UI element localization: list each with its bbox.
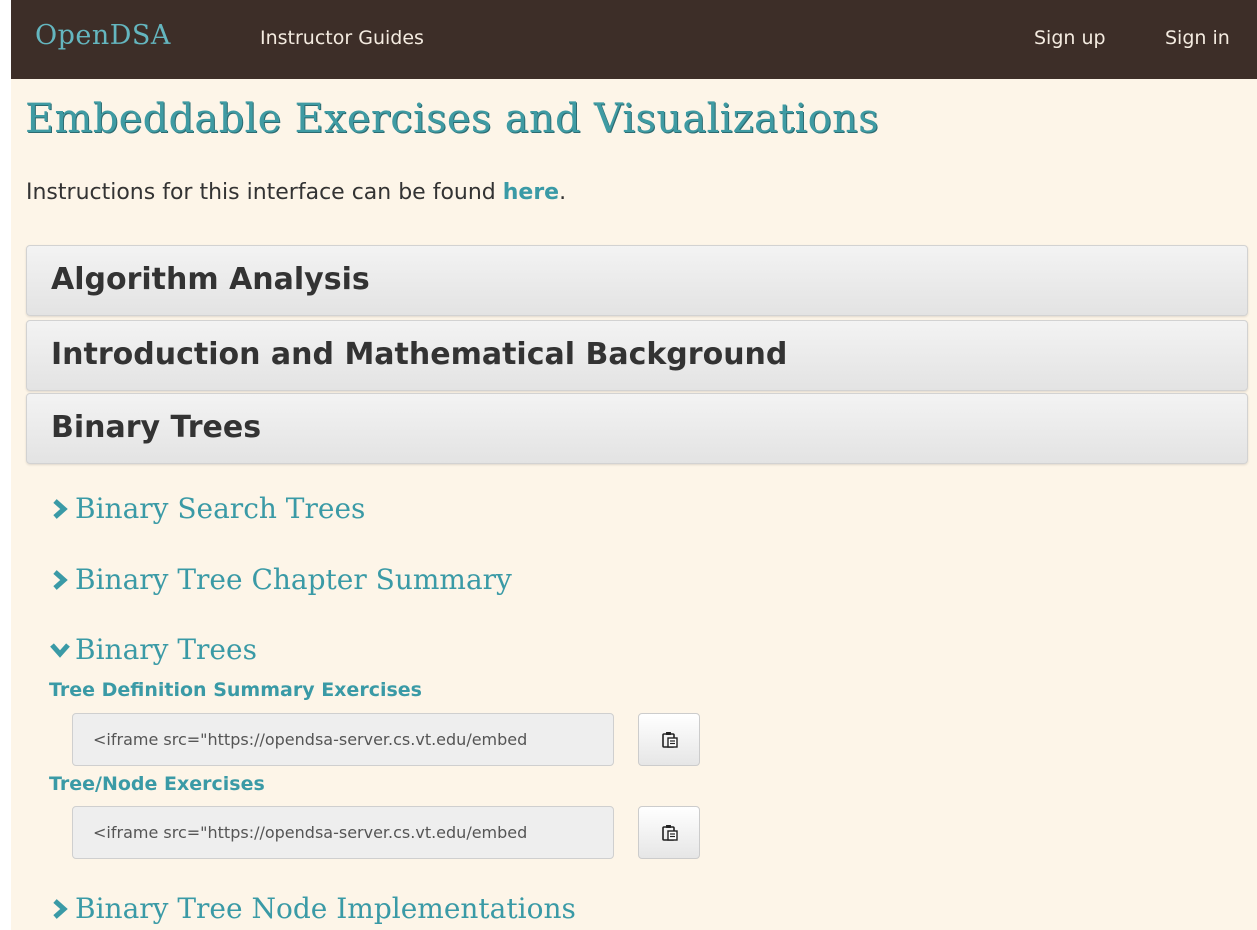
top-navbar: OpenDSA Instructor Guides Sign up Sign i… (11, 0, 1257, 79)
section-label: Binary Tree Chapter Summary (75, 563, 512, 596)
copy-embed-button[interactable] (638, 806, 700, 859)
panel-intro-math-background[interactable]: Introduction and Mathematical Background (26, 320, 1248, 391)
section-binary-trees[interactable]: Binary Trees (49, 633, 257, 666)
chevron-right-icon (53, 899, 68, 919)
clipboard-icon (662, 825, 678, 841)
sign-in-link[interactable]: Sign in (1165, 27, 1230, 49)
page-title: Embeddable Exercises and Visualizations (25, 96, 879, 142)
section-label: Binary Trees (75, 633, 257, 666)
instructions-suffix: . (559, 180, 567, 205)
panel-label: Binary Trees (51, 410, 262, 445)
embed-code-field[interactable] (72, 806, 614, 859)
panel-label: Introduction and Mathematical Background (51, 337, 788, 372)
chevron-right-icon (53, 499, 68, 519)
panel-binary-trees[interactable]: Binary Trees (26, 393, 1248, 464)
chevron-down-icon (50, 643, 70, 658)
section-binary-search-trees[interactable]: Binary Search Trees (49, 492, 365, 525)
sign-up-link[interactable]: Sign up (1034, 27, 1106, 49)
clipboard-icon (662, 732, 678, 748)
exercise-title-tree-definition-summary[interactable]: Tree Definition Summary Exercises (49, 679, 422, 701)
copy-embed-button[interactable] (638, 713, 700, 766)
section-label: Binary Tree Node Implementations (75, 892, 576, 925)
chevron-right-icon (53, 570, 68, 590)
panel-algorithm-analysis[interactable]: Algorithm Analysis (26, 245, 1248, 316)
section-binary-tree-node-implementations[interactable]: Binary Tree Node Implementations (49, 892, 576, 925)
panel-label: Algorithm Analysis (51, 262, 370, 297)
section-binary-tree-chapter-summary[interactable]: Binary Tree Chapter Summary (49, 563, 512, 596)
embed-code-field[interactable] (72, 713, 614, 766)
brand-logo[interactable]: OpenDSA (35, 20, 171, 51)
instructions-text: Instructions for this interface can be f… (26, 180, 566, 205)
section-label: Binary Search Trees (75, 492, 366, 525)
nav-instructor-guides[interactable]: Instructor Guides (260, 27, 424, 49)
instructions-prefix: Instructions for this interface can be f… (26, 180, 503, 205)
instructions-here-link[interactable]: here (503, 180, 559, 205)
page-background: OpenDSA Instructor Guides Sign up Sign i… (11, 0, 1257, 930)
exercise-title-tree-node[interactable]: Tree/Node Exercises (49, 773, 265, 795)
